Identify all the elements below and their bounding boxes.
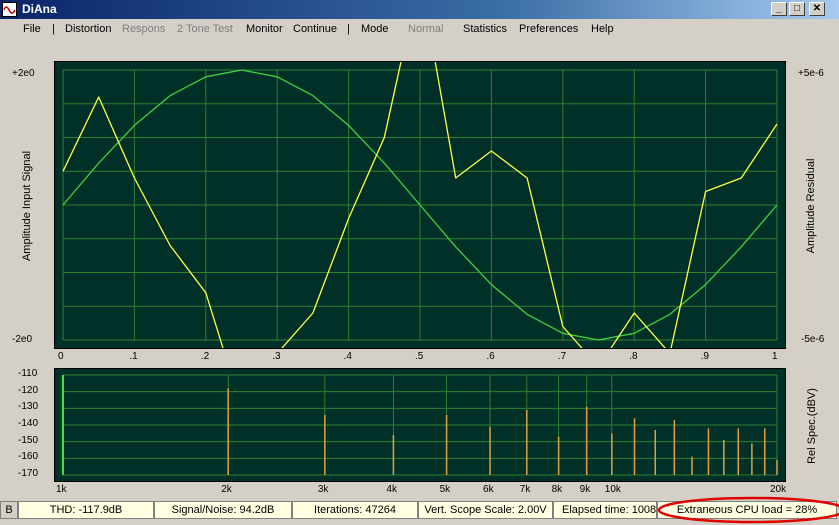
scope-x-tick-label: .8 [629, 351, 638, 362]
menu-preferences[interactable]: Preferences [519, 23, 578, 35]
spectrum-x-tick-label: 8k [551, 484, 563, 495]
window-title: DiAna [22, 2, 57, 16]
menu-separator: | [347, 23, 350, 35]
app-icon[interactable] [2, 2, 17, 17]
scope-x-tick-label: .7 [557, 351, 567, 362]
status-thd: THD: -117.9dB [18, 501, 154, 519]
menu-distortion[interactable]: Distortion [65, 23, 111, 35]
spectrum-y-tick-label: -110 [18, 368, 38, 379]
oscilloscope-plot [54, 61, 786, 349]
menu-continue[interactable]: Continue [293, 23, 337, 35]
scope-x-tick-label: .6 [486, 351, 495, 362]
right-axis-max: +5e-6 [798, 68, 824, 79]
close-button[interactable]: ✕ [809, 2, 825, 16]
scope-x-tick-label: .1 [129, 351, 138, 362]
scope-x-tick-label: 1 [772, 351, 778, 362]
menu-bar: File | Distortion Respons 2 Tone Test Mo… [0, 19, 839, 40]
spectrum-svg [62, 374, 778, 476]
title-bar: DiAna _ □ ✕ [0, 0, 839, 19]
scope-x-tick-label: .5 [415, 351, 424, 362]
minimize-button[interactable]: _ [771, 2, 787, 16]
status-vert-scale: Vert. Scope Scale: 2.00V [418, 501, 553, 519]
menu-mode[interactable]: Mode [361, 23, 389, 35]
status-b: B [0, 501, 18, 519]
spectrum-x-tick-label: 20k [770, 484, 787, 495]
spectrum-y-tick-label: -150 [18, 434, 39, 446]
scope-x-tick-label: .9 [700, 351, 709, 362]
right-axis-label: Amplitude Residual [805, 158, 817, 254]
spectrum-x-tick-label: 1k [56, 484, 67, 495]
menu-two-tone-test[interactable]: 2 Tone Test [177, 23, 233, 35]
menu-file[interactable]: File [23, 23, 41, 35]
left-axis-max: +2e0 [12, 68, 35, 79]
right-axis-min: -5e-6 [801, 334, 825, 345]
spectrum-y-tick-label: -140 [18, 418, 39, 429]
scope-x-tick-label: 0 [58, 351, 64, 362]
spectrum-y-tick-label: -120 [18, 384, 39, 396]
scope-x-tick-label: .4 [343, 351, 352, 362]
spectrum-x-tick-label: 7k [519, 484, 531, 495]
left-axis-label: Amplitude Input Signal [21, 150, 33, 262]
spectrum-y-tick-label: -130 [18, 401, 39, 413]
spectrum-x-tick-label: 10k [604, 484, 621, 495]
left-axis-min: -2e0 [12, 334, 33, 345]
oscilloscope-svg [62, 62, 778, 348]
status-iterations: Iterations: 47264 [292, 501, 418, 519]
spectrum-plot [54, 368, 786, 482]
spectrum-y-tick-label: -170 [18, 468, 39, 479]
spectrum-x-tick-label: 5k [439, 484, 451, 495]
status-elapsed-time: Elapsed time: 1008 [553, 501, 657, 519]
menu-help[interactable]: Help [591, 23, 614, 35]
menu-respons[interactable]: Respons [122, 23, 165, 35]
spectrum-x-tick-label: 3k [317, 484, 329, 495]
spectrum-x-tick-label: 2k [221, 484, 232, 495]
spectrum-x-tick-label: 9k [579, 484, 591, 495]
menu-separator: | [52, 23, 55, 35]
status-signal-noise: Signal/Noise: 94.2dB [154, 501, 292, 519]
spectrum-axis-label: Rel Spec.(dBV) [806, 388, 818, 464]
menu-monitor[interactable]: Monitor [246, 23, 283, 35]
scope-x-tick-label: .3 [272, 351, 281, 362]
menu-statistics[interactable]: Statistics [463, 23, 507, 35]
menu-normal[interactable]: Normal [408, 23, 443, 35]
spectrum-x-tick-label: 4k [386, 484, 397, 495]
maximize-button[interactable]: □ [789, 2, 805, 16]
spectrum-y-tick-label: -160 [18, 451, 39, 463]
scope-x-tick-label: .2 [200, 351, 210, 362]
spectrum-x-tick-label: 6k [483, 484, 494, 495]
